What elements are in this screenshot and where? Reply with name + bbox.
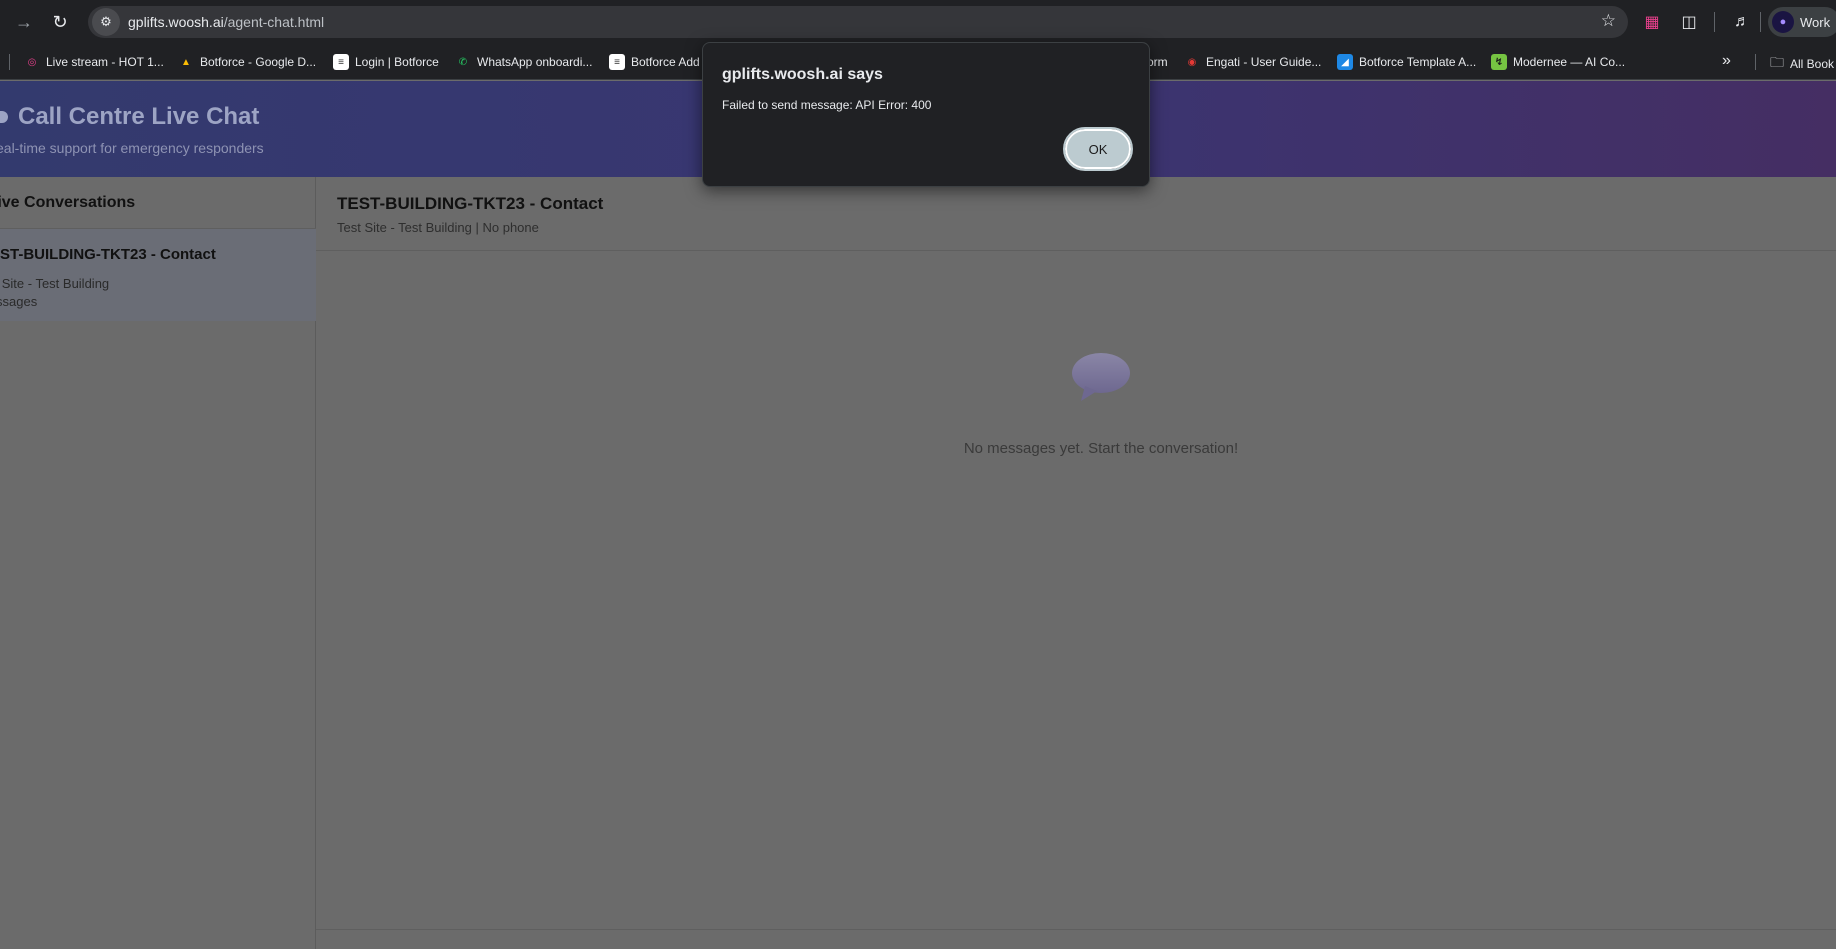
conversation-message-count: messages [0,294,38,309]
url-text[interactable]: gplifts.woosh.ai/agent-chat.html [128,14,324,30]
chat-header: TEST-BUILDING-TKT23 - Contact Test Site … [316,177,1836,251]
all-bookmarks-folder[interactable]: 🗀 All Book [1770,52,1834,76]
bookmark-form[interactable]: orm [1147,52,1168,72]
hot-icon: ◎ [27,56,37,68]
speech-bubble-icon [1072,353,1130,401]
url-path: /agent-chat.html [223,14,325,30]
bookmark-label: Botforce Add [631,55,700,69]
profile-button[interactable]: ● Work [1768,7,1836,37]
bookmarks-divider [9,54,10,70]
browser-toolbar: → ↻ ⚙ gplifts.woosh.ai/agent-chat.html ☆… [0,0,1836,44]
bookmark-engati[interactable]: ◉ Engati - User Guide... [1184,52,1322,72]
conversation-title: EST-BUILDING-TKT23 - Contact [0,246,216,263]
botforce-icon: ≡ [333,54,349,70]
media-controls-icon[interactable]: ♬ [1728,8,1756,36]
chat-panel: TEST-BUILDING-TKT23 - Contact Test Site … [316,177,1836,949]
url-domain: gplifts.woosh.ai [128,14,224,30]
modernee-icon: ↯ [1491,54,1507,70]
bookmark-login-botforce[interactable]: ≡ Login | Botforce [333,52,439,72]
conversations-sidebar: tive Conversations EST-BUILDING-TKT23 - … [0,177,316,949]
figma-extension-icon[interactable]: ▦ [1638,8,1666,36]
bookmark-label: Live stream - HOT 1... [46,55,164,69]
page-content: Call Centre Live Chat eal-time support f… [0,81,1836,949]
folder-label: All Book [1790,57,1835,71]
app-title: Call Centre Live Chat [0,103,260,131]
bookmarks-divider [1755,54,1756,70]
toolbar-divider [1760,12,1761,32]
chat-bubble-icon [0,111,8,123]
forward-icon[interactable]: → [6,4,42,40]
whatsapp-icon: ✆ [458,56,468,68]
bookmark-live-stream[interactable]: ◎ Live stream - HOT 1... [24,52,164,72]
conversation-item[interactable]: EST-BUILDING-TKT23 - Contact st Site - T… [0,229,316,321]
bookmark-label: WhatsApp onboardi... [477,55,593,69]
chat-title: TEST-BUILDING-TKT23 - Contact [337,194,604,213]
google-drive-icon: ▲ [181,56,191,68]
template-icon: ◢ [1337,54,1353,70]
bookmark-label: Engati - User Guide... [1206,55,1322,69]
folder-icon: 🗀 [1770,54,1784,70]
botforce-icon: ≡ [609,54,625,70]
bookmark-botforce-drive[interactable]: ▲ Botforce - Google D... [178,52,316,72]
bookmark-label: Botforce Template A... [1359,55,1477,69]
alert-dialog: gplifts.woosh.ai says Failed to send mes… [702,42,1150,187]
dialog-title: gplifts.woosh.ai says [722,66,883,83]
extensions-puzzle-icon[interactable]: ◫ [1675,8,1703,36]
bookmark-modernee[interactable]: ↯ Modernee — AI Co... [1491,52,1625,72]
bookmark-label: orm [1147,55,1168,69]
app-title-text: Call Centre Live Chat [18,103,260,130]
chat-footer-divider [316,929,1836,930]
dialog-message: Failed to send message: API Error: 400 [722,98,932,112]
conversation-site: st Site - Test Building [0,276,110,291]
bookmark-label: Modernee — AI Co... [1513,55,1626,69]
bookmark-whatsapp[interactable]: ✆ WhatsApp onboardi... [455,52,593,72]
ok-button[interactable]: OK [1063,127,1133,171]
address-bar[interactable]: ⚙ gplifts.woosh.ai/agent-chat.html ☆ [88,6,1628,38]
toolbar-divider [1714,12,1715,32]
reload-icon[interactable]: ↻ [42,4,78,40]
site-info-icon[interactable]: ⚙ [92,8,120,36]
engati-icon: ◉ [1187,56,1197,68]
empty-state-message: No messages yet. Start the conversation! [963,440,1239,457]
bookmark-label: Botforce - Google D... [200,55,317,69]
profile-label: Work [1800,14,1831,30]
bookmark-botforce-add[interactable]: ≡ Botforce Add [609,52,700,72]
app-subtitle: eal-time support for emergency responder… [0,140,264,156]
bookmarks-overflow-icon[interactable]: » [1722,52,1731,70]
bookmark-label: Login | Botforce [355,55,439,69]
bookmark-star-icon[interactable]: ☆ [1601,11,1616,31]
profile-avatar-icon: ● [1772,11,1794,33]
sidebar-heading: tive Conversations [0,194,136,211]
bookmark-botforce-template[interactable]: ◢ Botforce Template A... [1337,52,1476,72]
chat-subtitle: Test Site - Test Building | No phone [337,220,539,235]
